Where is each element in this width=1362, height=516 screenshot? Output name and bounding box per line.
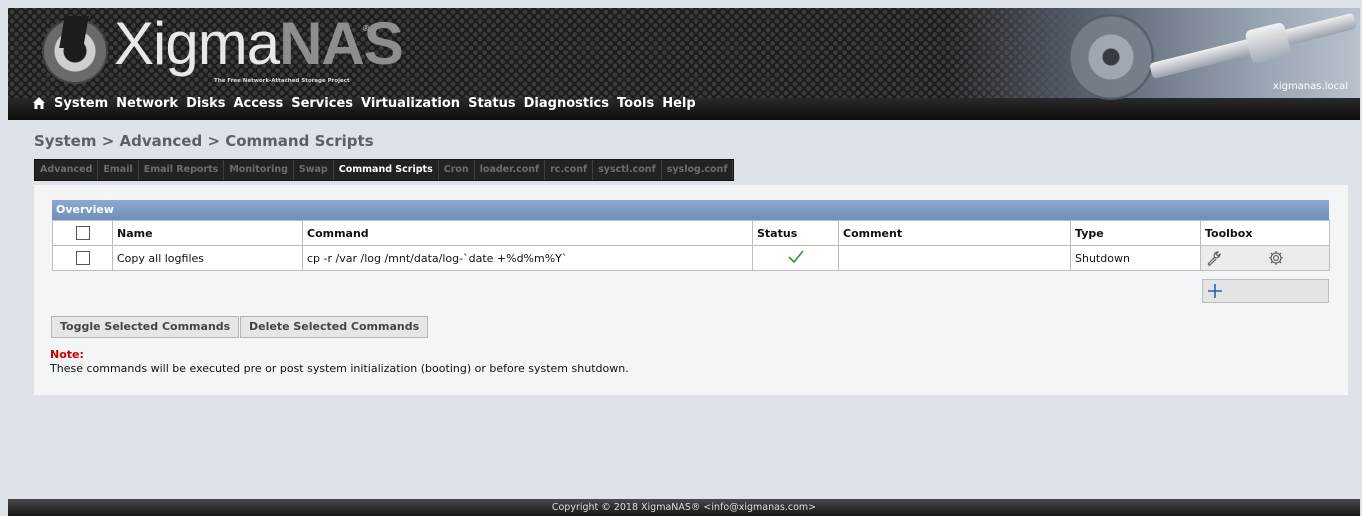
nav-services[interactable]: Services <box>291 96 353 111</box>
tab-loader-conf[interactable]: loader.conf <box>475 160 546 180</box>
note-label: Note: <box>50 348 84 361</box>
tab-monitoring[interactable]: Monitoring <box>224 160 294 180</box>
column-command[interactable]: Command <box>302 220 753 246</box>
tab-advanced[interactable]: Advanced <box>35 160 99 180</box>
nav-tools[interactable]: Tools <box>617 96 654 111</box>
column-toolbox: Toolbox <box>1200 220 1330 246</box>
row-select-cell <box>52 245 113 271</box>
logo-mark-icon <box>42 16 108 84</box>
main-navigation: System Network Disks Access Services Vir… <box>32 93 704 113</box>
row-comment <box>838 245 1071 271</box>
wrench-icon[interactable] <box>1205 249 1223 267</box>
footer-copyright: Copyright © 2018 XigmaNAS® <info@xigmana… <box>8 499 1360 516</box>
tab-email-reports[interactable]: Email Reports <box>139 160 225 180</box>
nav-virtualization[interactable]: Virtualization <box>361 96 460 111</box>
column-type[interactable]: Type <box>1070 220 1201 246</box>
row-type: Shutdown <box>1070 245 1201 271</box>
plus-icon[interactable] <box>1207 283 1223 299</box>
row-name: Copy all logfiles <box>112 245 303 271</box>
table-row: Copy all logfiles cp -r /var /log /mnt/d… <box>52 245 1330 271</box>
checkmark-icon <box>787 249 804 263</box>
logo-registered-mark: ® <box>362 24 370 33</box>
row-command: cp -r /var /log /mnt/data/log-`date +%d%… <box>302 245 753 271</box>
add-command-row <box>1202 279 1329 303</box>
tab-rc-conf[interactable]: rc.conf <box>545 160 594 180</box>
tab-syslog-conf[interactable]: syslog.conf <box>662 160 734 180</box>
tab-email[interactable]: Email <box>98 160 139 180</box>
nav-diagnostics[interactable]: Diagnostics <box>524 96 609 111</box>
nav-status[interactable]: Status <box>468 96 516 111</box>
tab-swap[interactable]: Swap <box>294 160 334 180</box>
nav-system[interactable]: System <box>54 96 108 111</box>
home-icon[interactable] <box>32 96 46 110</box>
tab-cron[interactable]: Cron <box>439 160 475 180</box>
xigmanas-logo[interactable]: XigmaNAS ® The Free Network-Attached Sto… <box>42 10 404 94</box>
nav-disks[interactable]: Disks <box>186 96 225 111</box>
logo-wordmark: XigmaNAS <box>114 10 404 77</box>
logo-tagline: The Free Network-Attached Storage Projec… <box>214 78 350 84</box>
disk-platter-graphic <box>1068 14 1154 100</box>
row-status-cell <box>752 245 839 271</box>
nav-network[interactable]: Network <box>116 96 178 111</box>
column-status[interactable]: Status <box>752 220 839 246</box>
nav-help[interactable]: Help <box>662 96 695 111</box>
nav-access[interactable]: Access <box>233 96 283 111</box>
row-checkbox[interactable] <box>75 251 90 265</box>
tab-command-scripts[interactable]: Command Scripts <box>334 160 439 180</box>
gear-icon[interactable] <box>1267 249 1285 267</box>
column-comment[interactable]: Comment <box>838 220 1071 246</box>
command-scripts-table: Name Command Status Comment Type Toolbox… <box>52 220 1330 271</box>
page-title: System > Advanced > Command Scripts <box>34 132 374 150</box>
select-all-cell <box>52 220 113 246</box>
overview-header: Overview <box>52 200 1329 220</box>
row-toolbox <box>1200 245 1330 271</box>
delete-selected-commands-button[interactable]: Delete Selected Commands <box>240 316 429 338</box>
disk-head-graphic <box>1244 21 1292 65</box>
note-text: These commands will be executed pre or p… <box>50 362 629 375</box>
select-all-checkbox[interactable] <box>75 226 90 240</box>
tab-bar: Advanced Email Email Reports Monitoring … <box>34 159 735 181</box>
content-panel: Overview Name Command Status Comment Typ… <box>34 185 1348 395</box>
table-header-row: Name Command Status Comment Type Toolbox <box>52 220 1330 246</box>
toggle-selected-commands-button[interactable]: Toggle Selected Commands <box>51 316 240 338</box>
hostname-label: xigmanas.local <box>1272 81 1348 92</box>
tab-sysctl-conf[interactable]: sysctl.conf <box>593 160 662 180</box>
column-name[interactable]: Name <box>112 220 303 246</box>
